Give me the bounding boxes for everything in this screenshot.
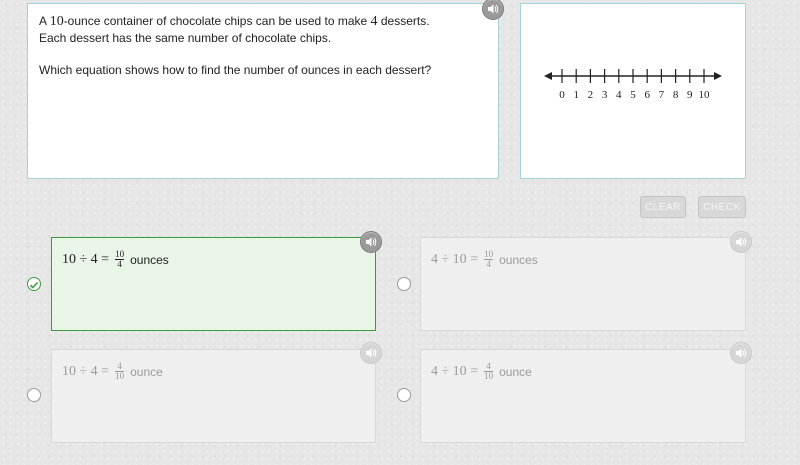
question-text: desserts.	[377, 14, 430, 28]
right-arrow-icon	[714, 72, 722, 80]
question-panel: A 10-ounce container of chocolate chips …	[27, 3, 499, 179]
number-line-label: 4	[616, 89, 622, 101]
choice-d[interactable]: 4 ÷ 10 = 4 10 ounce	[420, 349, 746, 443]
number-line: 0 1 2 3 4 5 6 7 8 9 10	[544, 69, 722, 101]
choice-unit: ounce	[130, 364, 163, 379]
speaker-icon	[488, 4, 499, 14]
choice-unit: ounce	[499, 364, 532, 379]
choice-c[interactable]: 10 ÷ 4 = 4 10 ounce	[51, 349, 376, 443]
question-text: A	[39, 14, 50, 28]
fraction-numerator: 4	[486, 361, 491, 371]
choice-a-audio-button[interactable]	[360, 231, 382, 253]
speaker-icon	[736, 348, 747, 358]
choice-d-radio[interactable]	[397, 388, 411, 402]
choice-b-radio[interactable]	[397, 277, 411, 291]
fraction: 4 10	[484, 361, 494, 381]
fraction: 10 4	[115, 249, 125, 269]
number-line-label: 3	[602, 89, 608, 101]
choice-b[interactable]: 4 ÷ 10 = 10 4 ounces	[420, 237, 746, 331]
fraction-numerator: 4	[117, 361, 122, 371]
fraction-denominator: 10	[484, 371, 494, 381]
fraction-numerator: 10	[484, 249, 494, 259]
fraction: 4 10	[115, 361, 125, 381]
choice-c-expression: 10 ÷ 4 = 4 10 ounce	[62, 362, 365, 381]
fraction-denominator: 10	[115, 371, 125, 381]
number-line-label: 8	[673, 89, 679, 101]
number-line-label: 7	[659, 89, 665, 101]
choice-equation: 4 ÷ 10 =	[431, 251, 479, 267]
choice-c-audio-button[interactable]	[360, 342, 382, 364]
clear-button[interactable]: CLEAR	[640, 196, 686, 218]
fraction-denominator: 4	[117, 259, 122, 269]
choice-b-expression: 4 ÷ 10 = 10 4 ounces	[431, 250, 735, 269]
choice-a[interactable]: 10 ÷ 4 = 10 4 ounces	[51, 237, 376, 331]
choice-d-audio-button[interactable]	[730, 342, 752, 364]
fraction-denominator: 4	[486, 259, 491, 269]
question-prompt: Which equation shows how to find the num…	[39, 63, 432, 77]
check-button[interactable]: CHECK	[698, 196, 746, 218]
question-audio-button[interactable]	[482, 0, 504, 20]
choice-equation: 4 ÷ 10 =	[431, 363, 479, 379]
choice-equation: 10 ÷ 4 =	[62, 251, 110, 267]
question-number: 10	[49, 14, 64, 29]
choice-a-expression: 10 ÷ 4 = 10 4 ounces	[62, 250, 365, 269]
choice-b-audio-button[interactable]	[730, 231, 752, 253]
number-line-label: 6	[644, 89, 650, 101]
fraction-numerator: 10	[115, 249, 125, 259]
speaker-icon	[366, 348, 377, 358]
choice-unit: ounces	[130, 252, 169, 267]
number-line-label: 0	[559, 89, 565, 101]
choice-c-radio[interactable]	[27, 388, 41, 402]
checkmark-icon	[29, 281, 39, 289]
choice-a-radio[interactable]	[27, 277, 41, 291]
left-arrow-icon	[544, 72, 552, 80]
question-text: -ounce container of chocolate chips can …	[63, 14, 371, 28]
question-line-2: Each dessert has the same number of choc…	[39, 31, 332, 45]
number-line-label: 2	[588, 89, 594, 101]
number-line-label: 10	[699, 89, 711, 101]
fraction: 10 4	[484, 249, 494, 269]
question-number: 4	[370, 14, 378, 29]
choice-d-expression: 4 ÷ 10 = 4 10 ounce	[431, 362, 735, 381]
choice-unit: ounces	[499, 252, 538, 267]
number-line-label: 9	[687, 89, 693, 101]
number-line-label: 1	[573, 89, 579, 101]
speaker-icon	[736, 237, 747, 247]
number-line-panel: 0 1 2 3 4 5 6 7 8 9 10	[520, 3, 746, 179]
choice-equation: 10 ÷ 4 =	[62, 363, 110, 379]
question-line-1: A 10-ounce container of chocolate chips …	[39, 13, 487, 30]
speaker-icon	[366, 237, 377, 247]
number-line-label: 5	[630, 89, 636, 101]
